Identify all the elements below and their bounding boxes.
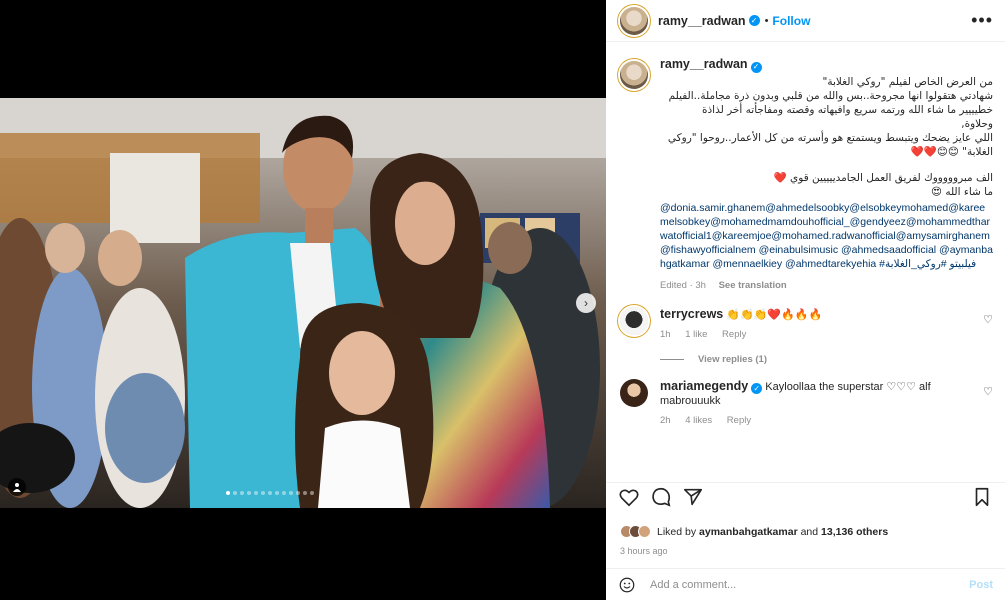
caption-author-avatar[interactable] <box>620 61 648 89</box>
comments-scroll-area[interactable]: ramy__radwan ✓ من العرض الخاص لفيلم "روكي… <box>606 43 1005 482</box>
commenter-username[interactable]: mariamegendy <box>660 379 748 393</box>
person-icon <box>13 483 21 492</box>
carousel-next-button[interactable]: › <box>576 293 596 313</box>
caption-line: شهادتي هتقولوا انها مجروحة..بس والله من … <box>668 89 993 102</box>
caption-line: اللي عايز يضحك ويتبسط ويستمتع هو وأسرته … <box>667 131 993 144</box>
caption-meta: Edited · 3h See translation <box>660 279 993 293</box>
separator-dot: • <box>764 14 769 27</box>
view-replies-button[interactable]: View replies (1) <box>660 354 993 365</box>
caption-block: ramy__radwan ✓ من العرض الخاص لفيلم "روكي… <box>620 57 993 293</box>
verified-badge-icon: ✓ <box>750 61 762 73</box>
commenter-avatar[interactable] <box>620 306 648 335</box>
post-actions-bar <box>606 482 1005 510</box>
caption-line: ما شاء الله 😍 <box>931 185 993 198</box>
see-translation-link[interactable]: See translation <box>719 280 787 291</box>
caption-line: خطيييير ما شاء الله ورتمه سريع وافيهاته … <box>701 103 993 116</box>
post-comment-button[interactable]: Post <box>969 579 993 591</box>
author-username[interactable]: ramy__radwan <box>658 14 746 28</box>
caption-author-username[interactable]: ramy__radwan <box>660 57 748 71</box>
bookmark-icon[interactable] <box>971 486 993 508</box>
follow-button[interactable]: Follow <box>772 14 810 28</box>
like-heart-icon[interactable] <box>618 486 640 508</box>
verified-badge-icon: ✓ <box>751 383 763 394</box>
carousel-dot <box>289 491 293 495</box>
carousel-dot <box>240 491 244 495</box>
comment-meta: 2h 4 likes Reply <box>660 414 979 428</box>
instagram-post-modal: › ramy__radwan ✓ • Follow ••• ramy__radw… <box>0 0 1005 600</box>
liked-by-prefix: Liked by <box>657 525 697 538</box>
more-options-button[interactable]: ••• <box>971 10 993 31</box>
emoji-icon[interactable] <box>618 576 636 594</box>
caption-line: من العرض الخاص لفيلم "روكي الغلابة" <box>822 75 993 88</box>
carousel-dot <box>268 491 272 495</box>
carousel-dot <box>296 491 300 495</box>
caption-line: وحلاوة, <box>961 117 993 130</box>
post-photo[interactable] <box>0 98 606 508</box>
liked-by-and: and <box>800 525 819 538</box>
carousel-indicator <box>226 491 314 495</box>
like-comment-heart-icon[interactable]: ♡ <box>979 379 993 429</box>
likes-summary[interactable]: Liked by aymanbahgatkamar and 13,136 oth… <box>620 525 888 538</box>
reply-button[interactable]: Reply <box>722 329 746 340</box>
post-sidebar: ramy__radwan ✓ • Follow ••• ramy__radwan… <box>606 0 1005 600</box>
chevron-right-icon: › <box>584 296 588 310</box>
carousel-dot <box>282 491 286 495</box>
media-pane: › <box>0 0 606 600</box>
divider-line <box>660 358 684 360</box>
verified-badge-icon: ✓ <box>748 15 760 26</box>
comment-item: terrycrews 👏👏👏❤️🔥🔥🔥 1h 1 like Reply ♡ <box>620 306 993 342</box>
caption-line: الغلابة" 😊😊❤️❤️ <box>910 145 993 158</box>
share-paper-plane-icon[interactable] <box>682 486 704 508</box>
carousel-dot <box>254 491 258 495</box>
liker-avatar <box>638 525 651 538</box>
like-comment-heart-icon[interactable]: ♡ <box>979 307 993 342</box>
comment-input[interactable]: Add a comment... <box>650 579 969 591</box>
liked-by-user[interactable]: aymanbahgatkamar <box>699 526 798 538</box>
post-timestamp[interactable]: 3 hours ago <box>620 546 668 556</box>
comment-likes[interactable]: 1 like <box>685 329 707 340</box>
commenter-username[interactable]: terrycrews <box>660 307 723 321</box>
commenter-avatar[interactable] <box>620 378 648 407</box>
edited-time: Edited · 3h <box>660 279 706 291</box>
reply-button[interactable]: Reply <box>727 415 751 426</box>
carousel-dot <box>310 491 314 495</box>
carousel-dot <box>275 491 279 495</box>
comment-likes[interactable]: 4 likes <box>685 415 712 426</box>
comment-time: 2h <box>660 415 671 426</box>
view-replies-label: View replies (1) <box>698 353 767 365</box>
add-comment-bar: Add a comment... Post <box>606 568 1005 600</box>
carousel-dot <box>226 491 230 495</box>
comment-bubble-icon[interactable] <box>650 486 672 508</box>
author-avatar[interactable] <box>620 6 648 35</box>
likes-count[interactable]: 13,136 others <box>821 526 888 538</box>
caption-mentions[interactable]: @donia.samir.ghanem@ahmedelsoobky@elsobk… <box>660 201 993 271</box>
carousel-dot <box>233 491 237 495</box>
caption-line: الف مبروووووك لفريق العمل الجامدييييين ق… <box>773 171 993 184</box>
comment-item: mariamegendy ✓ Kayloollaa the superstar ♡… <box>620 378 993 429</box>
caption-text: من العرض الخاص لفيلم "روكي الغلابة" شهاد… <box>660 75 993 199</box>
post-header: ramy__radwan ✓ • Follow ••• <box>606 0 1005 42</box>
photo-illustration <box>0 98 606 508</box>
carousel-dot <box>261 491 265 495</box>
carousel-dot <box>247 491 251 495</box>
tagged-users-button[interactable] <box>8 478 26 496</box>
comment-text: 👏👏👏❤️🔥🔥🔥 <box>726 308 823 321</box>
carousel-dot <box>303 491 307 495</box>
comment-time: 1h <box>660 328 671 340</box>
comment-meta: 1h 1 like Reply <box>660 328 979 342</box>
